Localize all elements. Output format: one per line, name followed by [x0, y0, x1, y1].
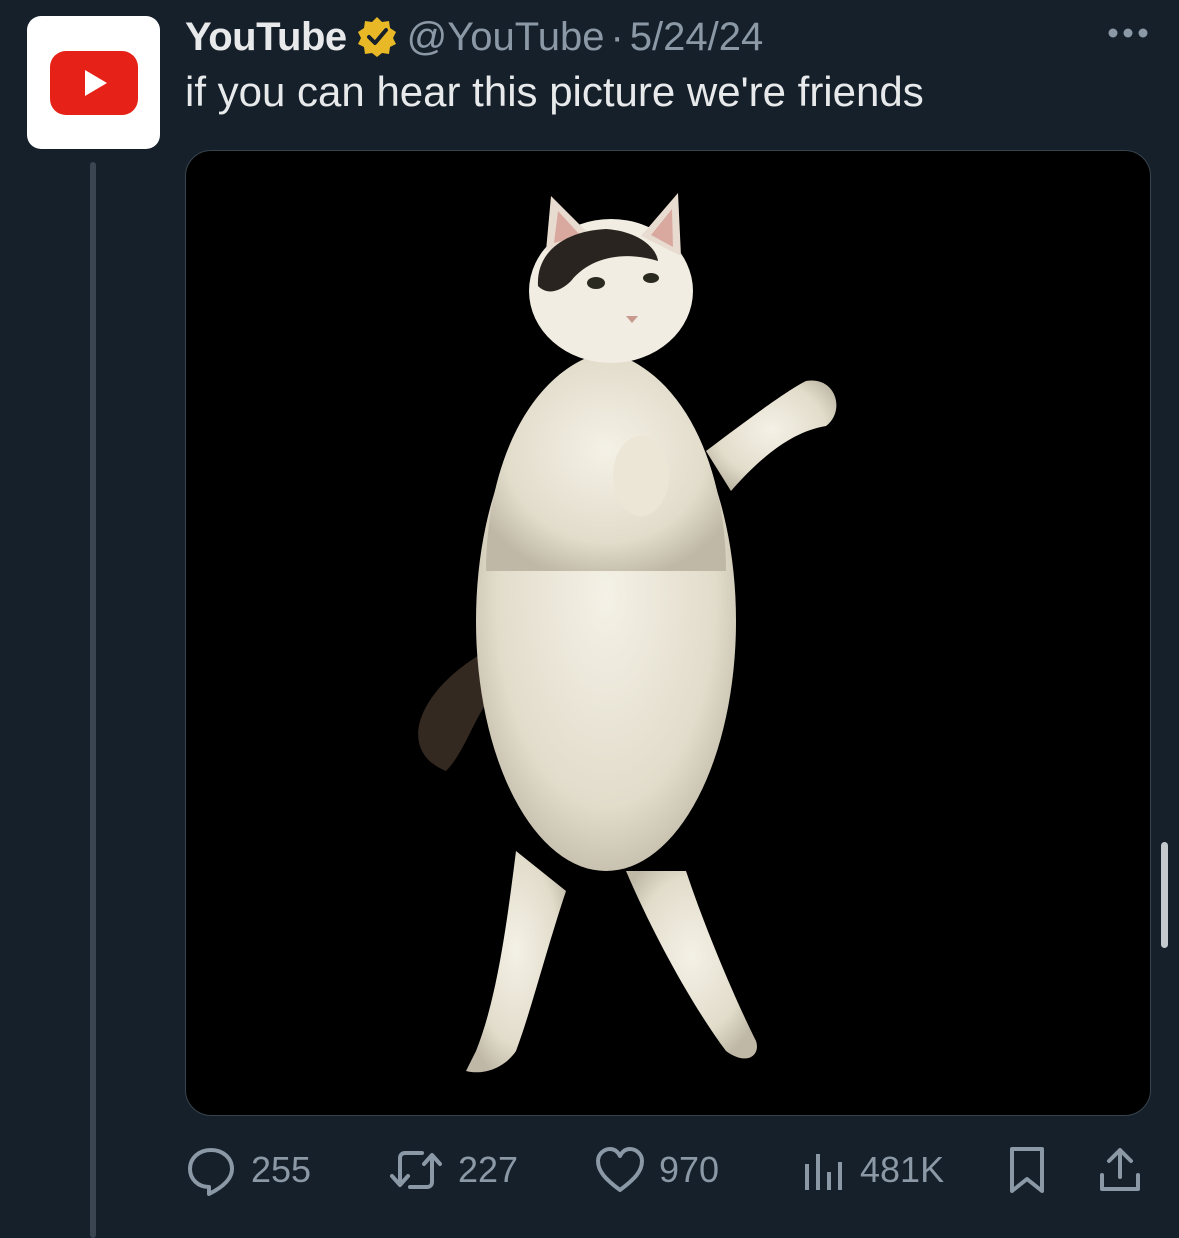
views-count: 481K	[860, 1149, 945, 1190]
display-name[interactable]: YouTube	[185, 15, 347, 60]
tweet-media[interactable]	[185, 150, 1151, 1116]
retweet-button[interactable]: 227	[388, 1140, 518, 1200]
views-button[interactable]: 481K	[800, 1140, 944, 1200]
handle[interactable]: @YouTube	[407, 15, 605, 60]
avatar[interactable]	[27, 16, 160, 149]
tweet[interactable]: YouTube @YouTube · 5/24/24 if you can he…	[0, 0, 1179, 1238]
youtube-logo-icon	[50, 51, 138, 115]
verified-badge-icon	[357, 17, 396, 57]
cat-photo	[418, 193, 837, 1073]
reply-icon	[188, 1148, 234, 1196]
tweet-text: if you can hear this picture we're frien…	[185, 68, 924, 115]
share-button[interactable]	[1097, 1140, 1143, 1200]
bookmark-icon	[1010, 1147, 1044, 1193]
tweet-header: YouTube @YouTube · 5/24/24	[185, 10, 763, 64]
heart-icon	[596, 1147, 644, 1192]
thread-line	[90, 162, 96, 1238]
views-icon	[805, 1154, 842, 1190]
like-button[interactable]: 970	[595, 1140, 719, 1200]
share-icon	[1100, 1148, 1140, 1191]
retweet-icon	[390, 1151, 442, 1189]
reply-button[interactable]: 255	[185, 1140, 311, 1200]
bookmark-button[interactable]	[1007, 1140, 1047, 1200]
more-options-icon[interactable]	[1107, 26, 1149, 40]
separator-dot: ·	[610, 14, 624, 59]
timestamp[interactable]: 5/24/24	[630, 15, 763, 60]
reply-count: 255	[251, 1149, 312, 1190]
action-bar: 255 227 970 481K	[185, 1140, 1151, 1200]
scrollbar[interactable]	[1161, 842, 1168, 948]
like-count: 970	[659, 1149, 720, 1190]
retweet-count: 227	[458, 1149, 519, 1190]
